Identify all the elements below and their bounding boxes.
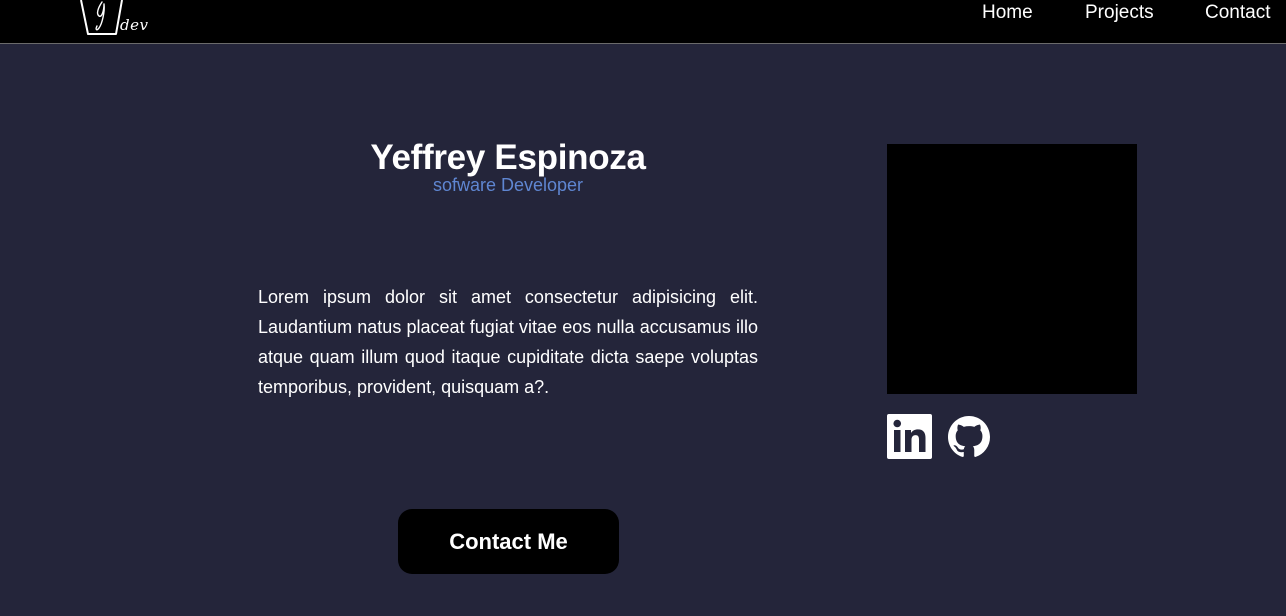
hero-bio: Lorem ipsum dolor sit amet consectetur a… — [258, 287, 758, 397]
logo-text: dev — [120, 16, 149, 34]
github-icon — [948, 415, 990, 457]
social-links — [887, 414, 990, 459]
github-link[interactable] — [948, 415, 990, 458]
nav-home[interactable]: Home — [982, 2, 1033, 24]
nav-contact[interactable]: Contact — [1205, 2, 1270, 24]
linkedin-icon — [887, 414, 932, 459]
contact-me-button[interactable]: Contact Me — [398, 509, 619, 574]
hero-role: sofware Developer — [432, 175, 584, 195]
portfolio-page: dev Home Projects Contact Yeffrey Espino… — [0, 0, 1286, 616]
nav-projects[interactable]: Projects — [1085, 2, 1154, 24]
profile-photo — [887, 144, 1137, 394]
linkedin-link[interactable] — [887, 414, 932, 459]
logo[interactable]: dev — [78, 0, 158, 40]
hero-name: Yeffrey Espinoza — [370, 138, 646, 177]
navbar: dev Home Projects Contact — [0, 0, 1286, 44]
